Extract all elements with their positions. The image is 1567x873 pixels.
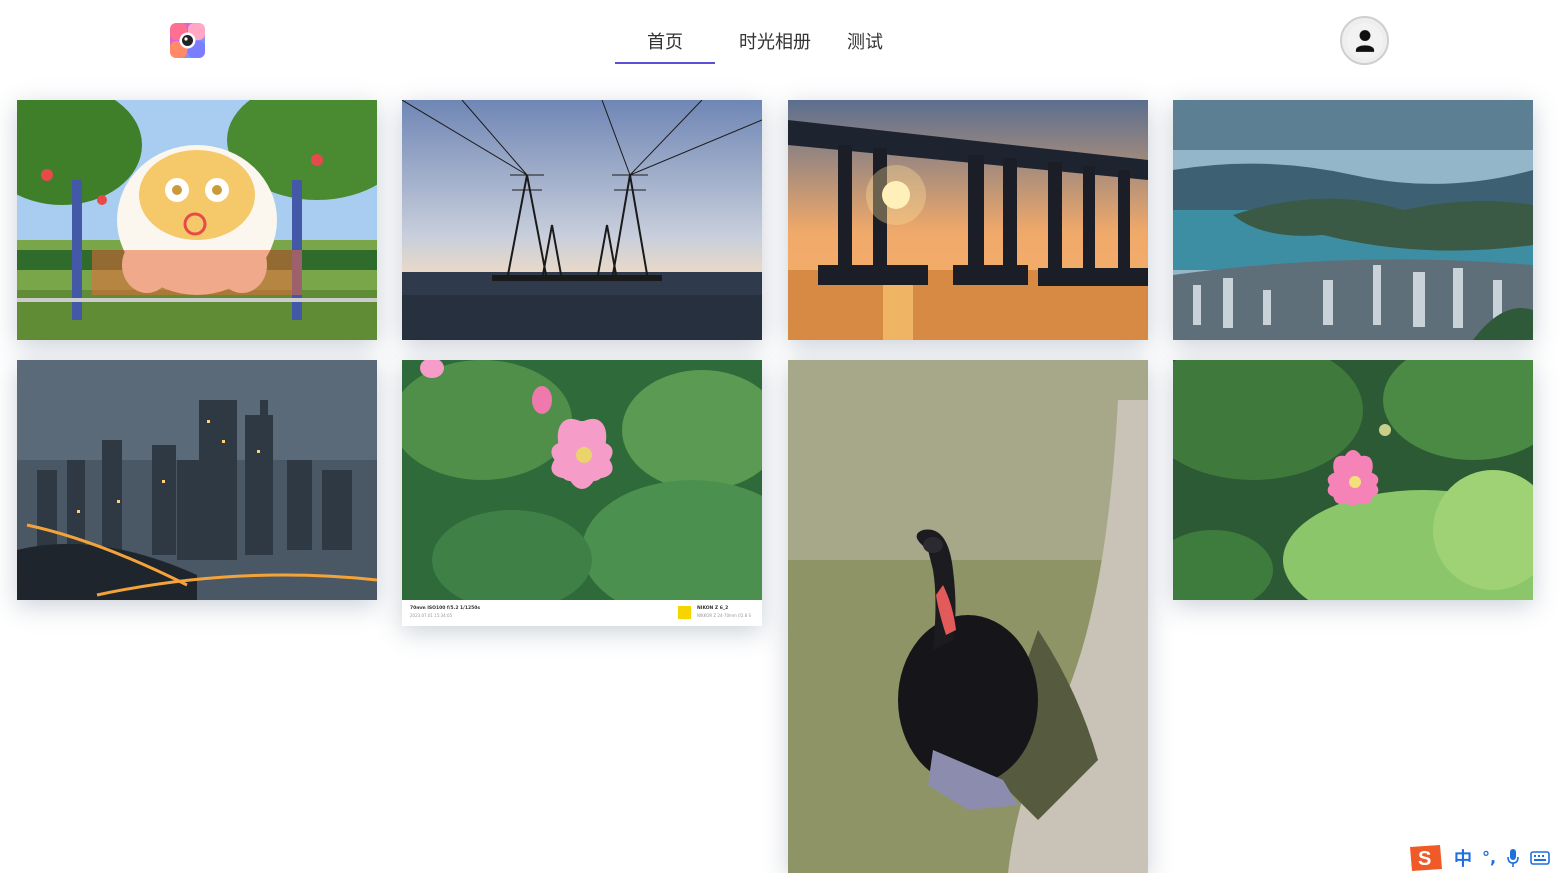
top-header: 首页 时光相册 测试 xyxy=(0,0,1567,80)
nav-tab-home[interactable]: 首页 xyxy=(615,0,715,80)
nav-tab-home-label: 首页 xyxy=(647,32,683,53)
nav-tab-album[interactable]: 时光相册 xyxy=(715,0,835,80)
ime-punctuation-mode[interactable]: °, xyxy=(1482,848,1496,867)
photo-power-towers xyxy=(402,100,762,340)
exif-shot-settings: 70mm ISO100 f/5.2 1/1250s xyxy=(410,606,481,611)
active-tab-underline xyxy=(615,62,715,64)
user-avatar-button[interactable] xyxy=(1340,16,1389,65)
ime-toolbar: S 中 °, xyxy=(1406,842,1567,873)
photo-card[interactable] xyxy=(17,100,377,340)
sogou-logo-icon[interactable]: S xyxy=(1406,843,1446,873)
photo-card[interactable] xyxy=(788,100,1148,340)
photo-lotus-2 xyxy=(1173,360,1533,600)
exif-datetime: 2023.07.01 15:34:05 xyxy=(410,613,453,618)
keyboard-icon[interactable] xyxy=(1530,850,1550,866)
photo-city-dusk xyxy=(17,360,377,600)
microphone-icon[interactable] xyxy=(1506,848,1520,868)
photo-aerial-coast xyxy=(1173,100,1533,340)
svg-text:S: S xyxy=(1418,848,1431,870)
nikon-logo-icon xyxy=(678,606,691,619)
photo-card[interactable]: 70mm ISO100 f/5.2 1/1250s 2023.07.01 15:… xyxy=(402,360,762,626)
exif-caption-strip: 70mm ISO100 f/5.2 1/1250s 2023.07.01 15:… xyxy=(402,600,762,626)
nav-tab-album-label: 时光相册 xyxy=(739,32,811,53)
photo-card[interactable] xyxy=(1173,100,1533,340)
photo-card[interactable] xyxy=(1173,360,1533,600)
exif-lens: NIKKOR Z 24-70mm f/2.8 S xyxy=(697,613,752,618)
photo-black-swan xyxy=(788,360,1148,873)
photo-card[interactable] xyxy=(402,100,762,340)
photo-card[interactable] xyxy=(17,360,377,600)
photo-gallery: 70mm ISO100 f/5.2 1/1250s 2023.07.01 15:… xyxy=(0,80,1567,873)
nav-tab-test-label: 测试 xyxy=(847,32,883,53)
main-nav: 首页 时光相册 测试 xyxy=(615,0,895,80)
photo-card[interactable] xyxy=(788,360,1148,873)
photo-lotus-1 xyxy=(402,360,762,600)
nav-tab-test[interactable]: 测试 xyxy=(835,0,895,80)
photo-bridge-sunset xyxy=(788,100,1148,340)
exif-camera: NIKON Z 6_2 xyxy=(697,606,729,611)
ime-chinese-mode[interactable]: 中 xyxy=(1454,845,1472,871)
app-logo-icon[interactable] xyxy=(169,22,206,59)
photo-mascot-park xyxy=(17,100,377,340)
user-icon xyxy=(1346,22,1383,59)
